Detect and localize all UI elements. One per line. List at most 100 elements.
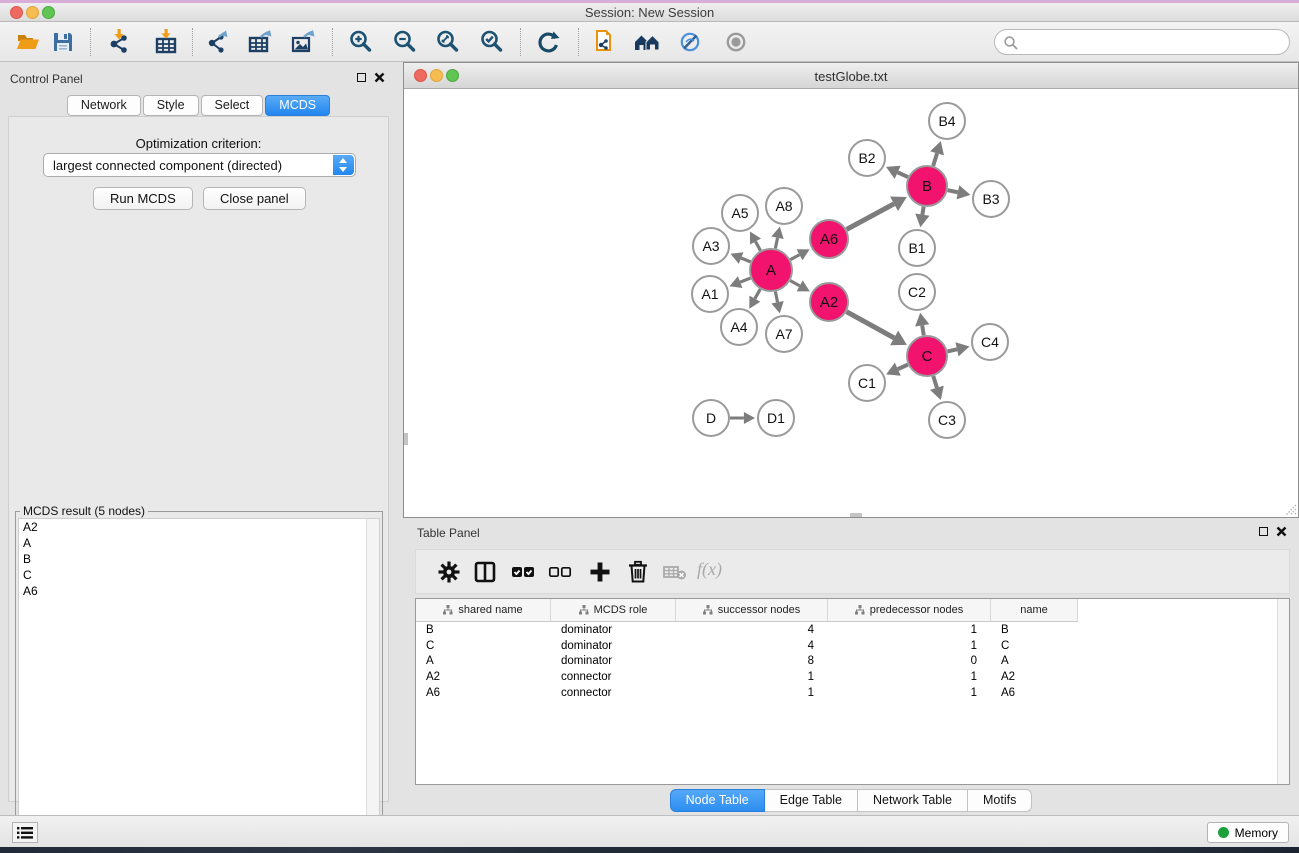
graph-edge-A-A3[interactable] xyxy=(741,258,750,262)
resize-grip-icon[interactable] xyxy=(1283,502,1297,516)
add-column-icon[interactable] xyxy=(587,559,613,585)
graph-edge-arrowhead xyxy=(915,313,929,327)
graph-node-label-C2: C2 xyxy=(908,284,926,300)
float-panel-icon[interactable] xyxy=(357,73,366,82)
tab-motifs[interactable]: Motifs xyxy=(968,789,1032,812)
zoom-fit-icon[interactable] xyxy=(435,29,461,55)
zoom-out-icon[interactable] xyxy=(392,29,418,55)
unselect-all-icon[interactable] xyxy=(547,559,573,585)
graph-edge-C-C4[interactable] xyxy=(947,349,957,351)
graph-edge-arrowhead xyxy=(956,185,970,199)
column-header-shared-name[interactable]: shared name xyxy=(416,599,551,621)
search-input[interactable] xyxy=(1025,32,1280,52)
graph-edge-arrowhead xyxy=(771,227,783,239)
column-header-predecessor-nodes[interactable]: predecessor nodes xyxy=(828,599,991,621)
hide-graphics-icon[interactable] xyxy=(677,29,703,55)
graph-node-label-A2: A2 xyxy=(820,294,838,311)
show-graphics-eye-icon[interactable] xyxy=(723,29,749,55)
import-table-icon[interactable] xyxy=(153,29,179,55)
table-scrollbar[interactable] xyxy=(1277,599,1289,784)
close-panel-button[interactable]: Close panel xyxy=(203,187,306,210)
column-header-successor-nodes[interactable]: successor nodes xyxy=(676,599,828,621)
table-panel-tabs: Node TableEdge TableNetwork TableMotifs xyxy=(403,789,1299,812)
table-row[interactable]: Bdominator41B xyxy=(416,623,1078,639)
show-columns-icon[interactable] xyxy=(472,559,498,585)
zoom-in-icon[interactable] xyxy=(348,29,374,55)
home-layout-icon[interactable] xyxy=(634,29,660,55)
mcds-list-scrollbar[interactable] xyxy=(366,519,379,851)
graph-edge-A2-C[interactable] xyxy=(847,312,895,338)
graph-node-label-A5: A5 xyxy=(731,205,748,221)
network-graph[interactable]: AA1A2A3A4A5A6A7A8BB1B2B3B4CC1C2C3C4DD1 xyxy=(404,89,1298,517)
tab-style[interactable]: Style xyxy=(143,95,199,116)
graph-edge-A-A2[interactable] xyxy=(790,281,799,286)
clone-network-icon[interactable] xyxy=(592,29,618,55)
network-canvas[interactable]: AA1A2A3A4A5A6A7A8BB1B2B3B4CC1C2C3C4DD1 xyxy=(404,89,1298,517)
table-row[interactable]: A2connector11A2 xyxy=(416,670,1078,686)
memory-button[interactable]: Memory xyxy=(1207,822,1289,843)
run-mcds-button[interactable]: Run MCDS xyxy=(93,187,193,210)
column-header-label: shared name xyxy=(458,604,522,616)
mcds-result-item[interactable]: A2 xyxy=(19,519,379,535)
table-cell: A xyxy=(416,654,551,670)
table-settings-gear-icon[interactable] xyxy=(436,559,462,585)
open-session-icon[interactable] xyxy=(15,29,41,55)
control-panel-tabs: NetworkStyleSelectMCDS xyxy=(0,95,397,116)
export-table-icon[interactable] xyxy=(247,29,273,55)
graph-edge-A-A1[interactable] xyxy=(740,278,750,282)
select-all-icon[interactable] xyxy=(510,559,536,585)
task-history-button[interactable] xyxy=(12,822,38,843)
import-network-icon[interactable] xyxy=(106,29,132,55)
mcds-result-list[interactable]: A2ABCA6 xyxy=(18,518,380,852)
tab-network[interactable]: Network xyxy=(67,95,141,116)
graph-edge-A-A4[interactable] xyxy=(755,289,760,299)
graph-edge-B-B2[interactable] xyxy=(898,172,908,177)
table-cell: dominator xyxy=(551,623,676,639)
graph-edge-A6-B[interactable] xyxy=(847,204,894,230)
graph-edge-C-C2[interactable] xyxy=(922,325,924,335)
column-header-mcds-role[interactable]: MCDS role xyxy=(551,599,676,621)
mcds-result-item[interactable]: A xyxy=(19,535,379,551)
graph-edge-C-C3[interactable] xyxy=(933,376,937,388)
mcds-result-item[interactable]: B xyxy=(19,551,379,567)
canvas-vscroll-stub[interactable] xyxy=(404,433,408,445)
node-table[interactable]: shared name MCDS rolesuccessor nodesprede… xyxy=(415,598,1290,785)
float-table-panel-icon[interactable] xyxy=(1259,527,1268,536)
column-header-name[interactable]: name xyxy=(991,599,1078,621)
graph-node-label-B1: B1 xyxy=(908,240,925,256)
zoom-selected-icon[interactable] xyxy=(479,29,505,55)
graph-edge-B-B3[interactable] xyxy=(948,190,958,192)
table-cell: 0 xyxy=(828,654,991,670)
graph-edge-B-B4[interactable] xyxy=(933,153,937,166)
tab-edge-table[interactable]: Edge Table xyxy=(765,789,858,812)
mcds-result-item[interactable]: C xyxy=(19,567,379,583)
export-image-icon[interactable] xyxy=(290,29,316,55)
mcds-result-item[interactable]: A6 xyxy=(19,583,379,599)
graph-node-label-A7: A7 xyxy=(775,326,792,342)
graph-edge-A-A7[interactable] xyxy=(775,292,777,303)
export-network-icon[interactable] xyxy=(205,29,231,55)
table-row[interactable]: Cdominator41C xyxy=(416,639,1078,655)
search-icon xyxy=(1003,35,1019,51)
search-field[interactable] xyxy=(994,29,1290,55)
table-row[interactable]: Adominator80A xyxy=(416,654,1078,670)
tab-node-table[interactable]: Node Table xyxy=(670,789,765,812)
tab-network-table[interactable]: Network Table xyxy=(858,789,968,812)
graph-edge-A-A5[interactable] xyxy=(755,241,760,250)
tab-mcds[interactable]: MCDS xyxy=(265,95,330,116)
delete-column-trash-icon[interactable] xyxy=(625,559,651,585)
graph-edge-A-A8[interactable] xyxy=(775,238,777,249)
graph-edge-C-C1[interactable] xyxy=(898,365,908,370)
graph-node-label-A: A xyxy=(766,262,776,279)
tab-select[interactable]: Select xyxy=(201,95,264,116)
close-panel-icon[interactable] xyxy=(374,72,385,83)
save-session-icon[interactable] xyxy=(50,29,76,55)
graph-edge-A-A6[interactable] xyxy=(790,255,799,260)
table-row[interactable]: A6connector11A6 xyxy=(416,686,1078,702)
table-header-row: shared name MCDS rolesuccessor nodesprede… xyxy=(416,599,1078,622)
canvas-hscroll-stub[interactable] xyxy=(850,513,862,517)
criterion-dropdown[interactable]: largest connected component (directed) xyxy=(43,153,356,177)
refresh-view-icon[interactable] xyxy=(535,29,561,55)
close-table-panel-icon[interactable] xyxy=(1276,526,1287,537)
graph-edge-B-B1[interactable] xyxy=(922,207,923,215)
